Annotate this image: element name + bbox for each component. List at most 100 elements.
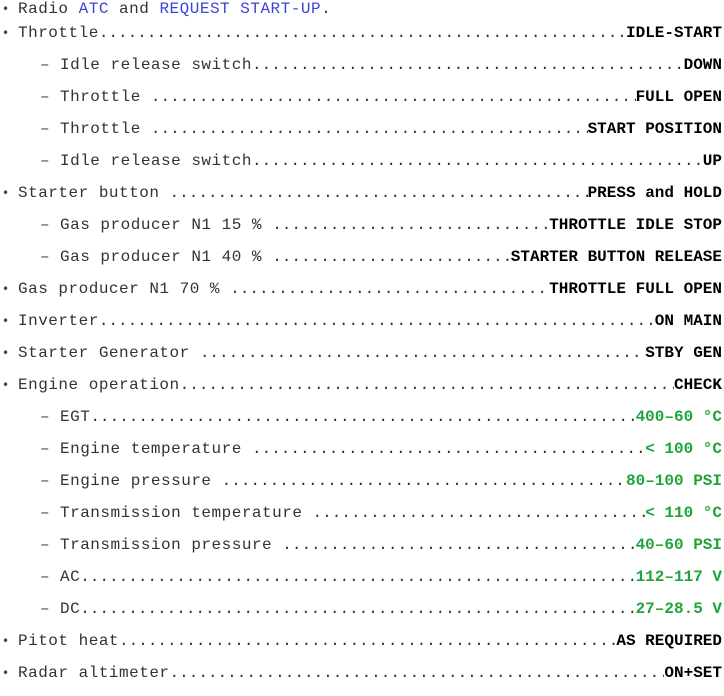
leader-dots [99, 312, 655, 330]
dash-icon: – [40, 600, 50, 618]
bullet-icon: • [2, 186, 10, 200]
checklist-item-label: Throttle [18, 24, 99, 42]
dash-icon: – [40, 248, 50, 266]
checklist-item-value: < 100 °C [645, 440, 722, 458]
bullet-icon: • [2, 2, 10, 16]
bullet-icon: • [2, 282, 10, 296]
checklist-item: –Engine temperature < 100 °C [0, 440, 724, 472]
leader-dots [180, 376, 674, 394]
checklist-item: –Throttle START POSITION [0, 120, 724, 152]
dash-icon: – [40, 568, 50, 586]
leader-dots [222, 472, 626, 490]
checklist-item-value: START POSITION [587, 120, 722, 138]
intro-and-text: and [108, 0, 160, 18]
leader-dots [252, 152, 703, 170]
checklist-item-label: Engine temperature [60, 440, 252, 458]
checklist-item-value: ON+SET [664, 664, 722, 682]
checklist-item-value: ON MAIN [654, 312, 722, 330]
bullet-icon: • [2, 634, 10, 648]
checklist-item-value: 112–117 V [635, 568, 722, 586]
leader-dots [272, 248, 511, 266]
leader-dots [99, 24, 626, 42]
checklist-item-label: Throttle [60, 120, 151, 138]
checklist-item: –DC 27–28.5 V [0, 600, 724, 632]
checklist-item-value: 40–60 PSI [635, 536, 722, 554]
checklist-item-label: Starter Generator [18, 344, 200, 362]
leader-dots [200, 344, 645, 362]
leader-dots [151, 88, 636, 106]
leader-dots [282, 536, 635, 554]
checklist-item: • Throttle IDLE-START [0, 24, 724, 56]
checklist-item-label: DC [60, 600, 81, 618]
checklist-item-label: Idle release switch [60, 152, 252, 170]
checklist-item-value: THROTTLE IDLE STOP [549, 216, 722, 234]
checklist-item-value: IDLE-START [625, 24, 722, 42]
checklist-item-label: Idle release switch [60, 56, 252, 74]
bullet-icon: • [2, 378, 10, 392]
dash-icon: – [40, 152, 50, 170]
leader-dots [252, 440, 645, 458]
dash-icon: – [40, 120, 50, 138]
checklist-item-value: STBY GEN [645, 344, 722, 362]
dash-icon: – [40, 440, 50, 458]
checklist-item: • Engine operation CHECK [0, 376, 724, 408]
checklist-item: • Pitot heat AS REQUIRED [0, 632, 724, 664]
checklist-item-value: AS REQUIRED [616, 632, 722, 650]
leader-dots [90, 408, 635, 426]
checklist-item-value: 400–60 °C [635, 408, 722, 426]
dash-icon: – [40, 88, 50, 106]
checklist-item-label: Gas producer N1 15 % [60, 216, 273, 234]
checklist-item-value: UP [702, 152, 722, 170]
dash-icon: – [40, 472, 50, 490]
checklist-item-value: PRESS and HOLD [587, 184, 722, 202]
leader-dots [80, 568, 635, 586]
intro-radio-text: Radio [18, 0, 79, 18]
checklist-item: –Engine pressure 80–100 PSI [0, 472, 724, 504]
checklist-item: • Radar altimeter ON+SET [0, 664, 724, 696]
start-up-checklist: • Radio ATC and REQUEST START-UP. • Throt… [0, 0, 724, 696]
bullet-icon: • [2, 666, 10, 680]
checklist-item: –Idle release switch DOWN [0, 56, 724, 88]
checklist-item-value: FULL OPEN [635, 88, 722, 106]
leader-dots [151, 120, 588, 138]
request-start-up-link[interactable]: REQUEST START-UP [159, 0, 321, 18]
checklist-item: • Gas producer N1 70 % THROTTLE FULL OPEN [0, 280, 724, 312]
leader-dots [119, 632, 616, 650]
checklist-item: –Gas producer N1 40 % STARTER BUTTON REL… [0, 248, 724, 280]
checklist-item-label: Starter button [18, 184, 170, 202]
leader-dots [313, 504, 646, 522]
checklist-item-label: AC [60, 568, 81, 586]
checklist-item: –Idle release switch UP [0, 152, 724, 184]
checklist-item-label: Engine operation [18, 376, 180, 394]
leader-dots [252, 56, 684, 74]
atc-link[interactable]: ATC [79, 0, 109, 18]
bullet-icon: • [2, 346, 10, 360]
checklist-item: • Inverter ON MAIN [0, 312, 724, 344]
checklist-item-label: Gas producer N1 40 % [60, 248, 273, 266]
checklist-item-label: Engine pressure [60, 472, 222, 490]
checklist-item: –EGT 400–60 °C [0, 408, 724, 440]
checklist-item-label: Transmission temperature [60, 504, 313, 522]
dash-icon: – [40, 504, 50, 522]
checklist-item: • Starter Generator STBY GEN [0, 344, 724, 376]
checklist-item-value: DOWN [683, 56, 722, 74]
checklist-items: •ThrottleIDLE-START–Idle release switchD… [0, 24, 724, 696]
dash-icon: – [40, 216, 50, 234]
checklist-item: –AC 112–117 V [0, 568, 724, 600]
checklist-item-label: Inverter [18, 312, 99, 330]
checklist-item: –Gas producer N1 15 % THROTTLE IDLE STOP [0, 216, 724, 248]
checklist-item-value: 80–100 PSI [625, 472, 722, 490]
bullet-icon: • [2, 26, 10, 40]
leader-dots [170, 184, 588, 202]
dash-icon: – [40, 408, 50, 426]
checklist-item-label: EGT [60, 408, 91, 426]
leader-dots [272, 216, 549, 234]
checklist-intro-row: • Radio ATC and REQUEST START-UP. [0, 0, 724, 24]
intro-period: . [321, 0, 332, 18]
checklist-item-value: < 110 °C [645, 504, 722, 522]
checklist-item-label: Throttle [60, 88, 151, 106]
leader-dots [230, 280, 549, 298]
intro-text: Radio ATC and REQUEST START-UP. [18, 0, 331, 18]
checklist-item: • Starter button PRESS and HOLD [0, 184, 724, 216]
checklist-item-label: Transmission pressure [60, 536, 283, 554]
